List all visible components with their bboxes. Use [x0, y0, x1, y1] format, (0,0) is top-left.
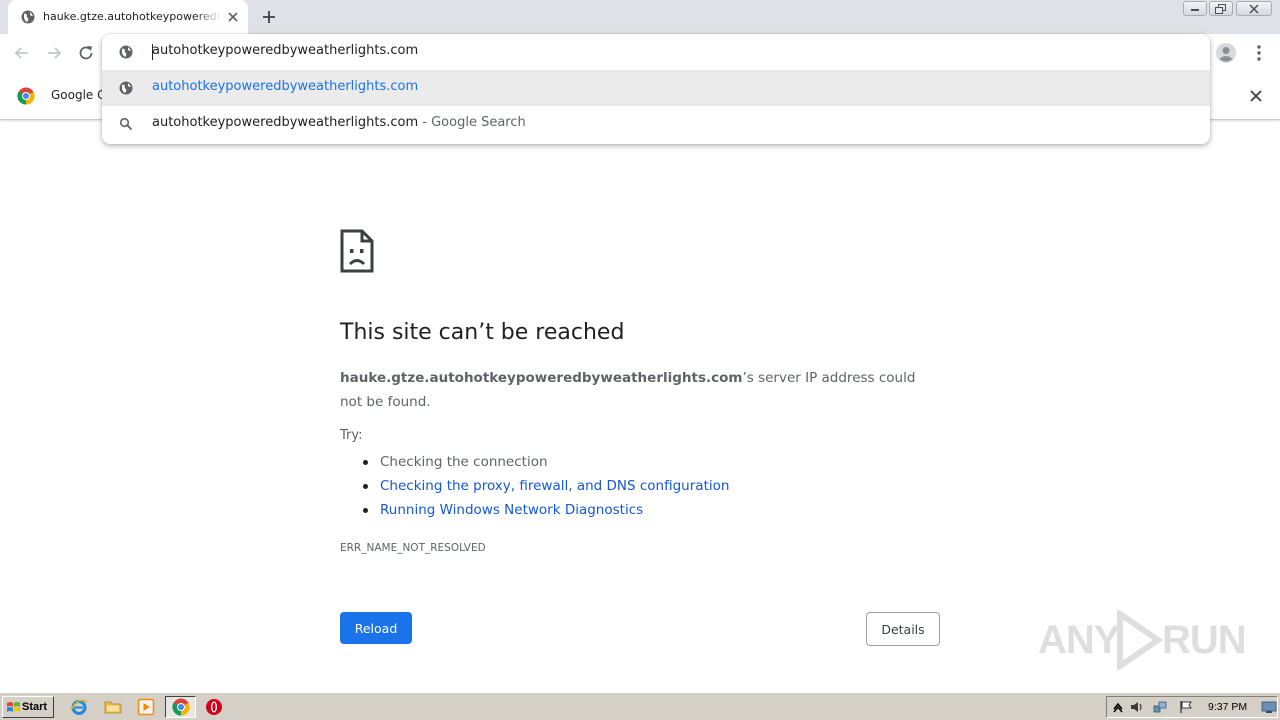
reload-button[interactable]: Reload	[340, 612, 412, 644]
globe-icon	[119, 81, 133, 95]
anyrun-watermark: ANY RUN	[1038, 610, 1247, 670]
new-tab-icon[interactable]	[261, 9, 277, 25]
tab-active[interactable]: hauke.gtze.autohotkeypoweredbyweatherlig…	[8, 0, 248, 34]
globe-icon	[21, 10, 35, 24]
taskbar: Start 9:37 PM	[0, 692, 1280, 720]
tab-strip: hauke.gtze.autohotkeypoweredbyweatherlig…	[0, 0, 1280, 34]
bookmark-label[interactable]: Google Chrome	[51, 88, 106, 102]
window-restore-button[interactable]	[1209, 1, 1233, 16]
error-title: This site can’t be reached	[340, 320, 625, 345]
watermark-left: ANY	[1038, 618, 1120, 662]
taskbar-chrome-button[interactable]	[165, 696, 196, 718]
volume-icon[interactable]	[1130, 700, 1144, 714]
internet-explorer-icon[interactable]	[70, 698, 88, 716]
globe-icon	[119, 45, 133, 59]
suggestion-text: autohotkeypoweredbyweatherlights.com	[152, 79, 419, 94]
omnibox-dropdown: autohotkeypoweredbyweatherlights.com aut…	[102, 34, 1210, 144]
suggestion-query: autohotkeypoweredbyweatherlights.com	[152, 115, 419, 130]
minimize-icon	[1191, 8, 1199, 11]
window-minimize-button[interactable]	[1183, 1, 1207, 16]
kebab-menu-icon[interactable]	[1251, 43, 1267, 63]
back-arrow-icon[interactable]	[12, 43, 32, 63]
chevron-up-icon[interactable]	[1111, 700, 1125, 714]
infobar-close-icon[interactable]	[1248, 88, 1264, 104]
close-icon	[1249, 3, 1259, 14]
suggestion-suffix: - Google Search	[418, 115, 526, 130]
tab-title: hauke.gtze.autohotkeypoweredbyweatherlig…	[43, 10, 221, 23]
restore-icon	[1215, 3, 1226, 14]
taskbar-clock[interactable]: 9:37 PM	[1208, 701, 1247, 713]
reload-icon[interactable]	[76, 43, 96, 63]
windows-flag-icon	[7, 702, 20, 712]
suggestion-network-diagnostics-link[interactable]: Running Windows Network Diagnostics	[360, 500, 729, 524]
opera-icon[interactable]	[205, 698, 223, 716]
play-logo-icon	[1117, 610, 1164, 670]
error-description: hauke.gtze.autohotkeypoweredbyweatherlig…	[340, 366, 940, 414]
address-bar-input[interactable]: autohotkeypoweredbyweatherlights.com	[152, 43, 418, 60]
chrome-icon	[172, 698, 190, 716]
chrome-logo-icon	[17, 87, 35, 105]
omnibox-input-row[interactable]: autohotkeypoweredbyweatherlights.com	[102, 34, 1210, 70]
window-close-button[interactable]	[1236, 1, 1272, 16]
tab-close-icon[interactable]	[225, 9, 241, 25]
media-player-icon[interactable]	[137, 698, 155, 716]
start-button[interactable]: Start	[2, 696, 54, 718]
details-button[interactable]: Details	[866, 612, 940, 646]
error-code: ERR_NAME_NOT_RESOLVED	[340, 542, 486, 554]
network-icon[interactable]	[1153, 700, 1167, 714]
profile-avatar-icon[interactable]	[1215, 42, 1237, 64]
error-host: hauke.gtze.autohotkeypoweredbyweatherlig…	[340, 370, 743, 386]
suggestion-text: autohotkeypoweredbyweatherlights.com - G…	[152, 115, 526, 130]
forward-arrow-icon[interactable]	[44, 43, 64, 63]
suggestion-check-connection: Checking the connection	[360, 452, 729, 476]
suggestion-check-proxy-link[interactable]: Checking the proxy, firewall, and DNS co…	[360, 476, 729, 500]
folder-icon[interactable]	[104, 698, 122, 716]
try-label: Try:	[340, 428, 363, 443]
omnibox-suggestion-search[interactable]: autohotkeypoweredbyweatherlights.com - G…	[102, 106, 1210, 142]
search-icon	[119, 117, 133, 131]
omnibox-suggestion-url[interactable]: autohotkeypoweredbyweatherlights.com	[102, 70, 1210, 106]
watermark-right: RUN	[1162, 618, 1247, 662]
system-tray: 9:37 PM	[1106, 696, 1278, 718]
suggestion-list: Checking the connection Checking the pro…	[360, 452, 729, 524]
show-desktop-icon[interactable]	[1261, 700, 1277, 714]
start-label: Start	[22, 701, 48, 713]
sad-page-icon	[340, 229, 374, 273]
action-center-flag-icon[interactable]	[1179, 700, 1193, 714]
